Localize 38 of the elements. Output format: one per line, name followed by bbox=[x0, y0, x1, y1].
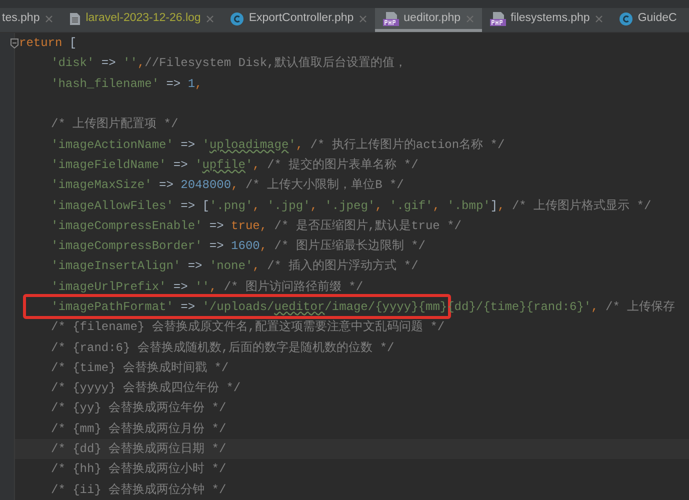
code-line: 'imageCompressBorder' => 1600, /* 图片压缩最长边限制 */ bbox=[51, 238, 426, 254]
code-line: 'imageAllowFiles' => ['.png', '.jpg', '.jpeg', '.gif', '.bmp'], /* 上传图片格式显示 */ bbox=[51, 198, 652, 214]
close-icon[interactable] bbox=[206, 14, 214, 22]
php-file-icon bbox=[382, 12, 399, 26]
editor-tab[interactable]: ueditor.php bbox=[374, 8, 482, 32]
editor-tab[interactable]: laravel-2023-12-26.log bbox=[60, 8, 222, 32]
code-line: /* {time} 会替换成时间戳 */ bbox=[51, 360, 229, 376]
code-line: /* {rand:6} 会替换成随机数,后面的数字是随机数的位数 */ bbox=[51, 340, 394, 356]
code-line: 'imageCompressEnable' => true, /* 是否压缩图片,默认是true */ bbox=[51, 218, 462, 234]
code-line: 'imageFieldName' => 'upfile', /* 提交的图片表单名称 */ bbox=[51, 156, 418, 173]
code-line: /* {yyyy} 会替换成四位年份 */ bbox=[51, 380, 241, 396]
code-line: /* {ii} 会替换成两位分钟 */ bbox=[51, 482, 226, 498]
code-line: /* {mm} 会替换成两位月份 */ bbox=[51, 420, 226, 437]
class-icon bbox=[618, 12, 633, 26]
code-line: 'imageInsertAlign' => 'none', /* 插入的图片浮动方式 */ bbox=[51, 258, 418, 274]
code-line: /* {yy} 会替换成两位年份 */ bbox=[51, 400, 226, 416]
code-line: 'disk' => '',//Filesystem Disk,默认值取后台设置的值， bbox=[51, 55, 406, 72]
close-icon[interactable] bbox=[358, 14, 367, 22]
code-line: /* {filename} 会替换成原文件名,配置这项需要注意中文乱码问题 */ bbox=[51, 319, 445, 336]
code-line: /* 上传图片配置项 */ bbox=[51, 116, 178, 132]
editor-tab[interactable]: GuideC bbox=[610, 8, 685, 32]
class-icon bbox=[230, 12, 244, 26]
code-line: /* {dd} 会替换成两位日期 */ bbox=[51, 441, 226, 458]
editor-tab[interactable]: tes.php bbox=[0, 8, 61, 32]
code-line: return [ bbox=[19, 35, 77, 52]
code-line: /* {hh} 会替换成两位小时 */ bbox=[51, 461, 226, 478]
editor-tab[interactable]: ExportController.php bbox=[222, 8, 375, 32]
code-line: 'imageMaxSize' => 2048000, /* 上传大小限制，单位B */ bbox=[51, 177, 404, 194]
file-icon bbox=[68, 12, 81, 26]
fold-icon[interactable] bbox=[10, 38, 19, 49]
code-line: 'imageActionName' => 'uploadimage', /* 执行上传图片的action名称 */ bbox=[51, 136, 505, 153]
close-icon[interactable] bbox=[466, 14, 474, 22]
php-file-icon bbox=[490, 12, 506, 26]
code-line: 'imageUrlPrefix' => '', /* 图片访问路径前缀 */ bbox=[51, 278, 364, 295]
code-line: 'hash_filename' => 1, bbox=[51, 76, 202, 92]
editor-tab[interactable]: filesystems.php bbox=[482, 8, 611, 32]
close-icon[interactable] bbox=[44, 14, 53, 22]
close-icon[interactable] bbox=[594, 14, 603, 22]
